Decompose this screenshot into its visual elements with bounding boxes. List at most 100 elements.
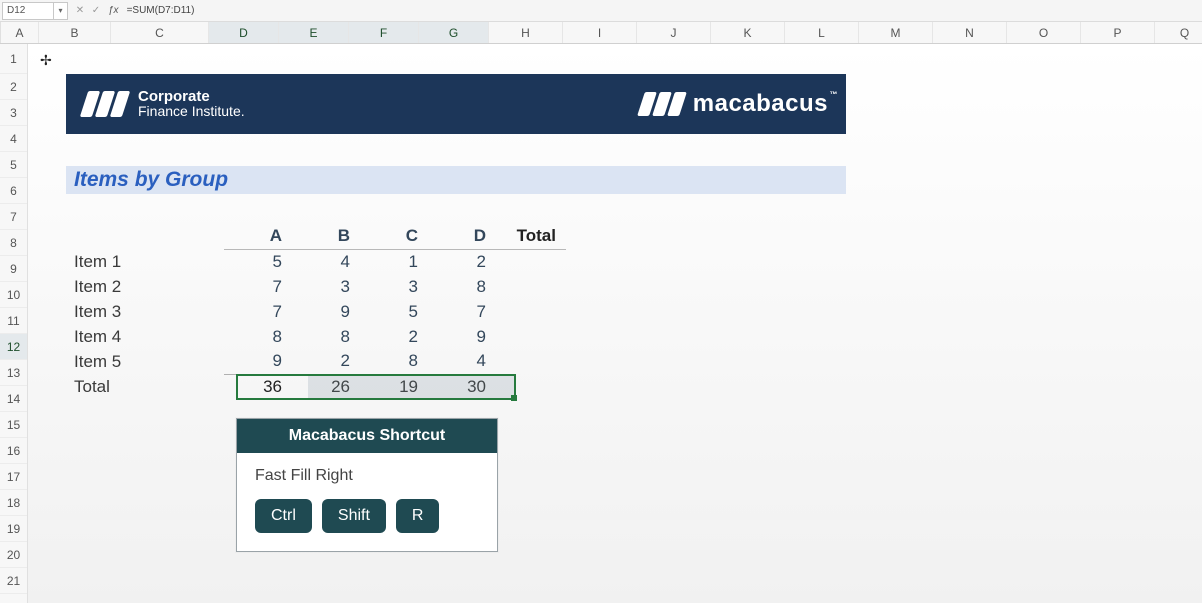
confirm-icon[interactable]: ✓ [90,5,102,16]
table-cell[interactable]: 7 [428,299,496,324]
row-label: Item 5 [74,349,224,374]
table-cell[interactable]: 2 [292,349,360,374]
row-header-9[interactable]: 9 [0,256,27,282]
row-header-6[interactable]: 6 [0,178,27,204]
col-header-B[interactable]: B [39,22,111,43]
table-col-header: A [224,224,292,249]
cfi-brand-text: Corporate Finance Institute. [138,89,245,119]
table-cell[interactable]: 2 [360,324,428,349]
row-header-4[interactable]: 4 [0,126,27,152]
col-total[interactable]: 30 [428,374,496,399]
row-header-12[interactable]: 12 [0,334,27,360]
table-cell[interactable]: 9 [428,324,496,349]
table-cell[interactable]: 3 [292,274,360,299]
macabacus-text: macabacus ™ [693,90,828,118]
row-label: Item 2 [74,274,224,299]
table-cell[interactable]: 7 [224,274,292,299]
table-cell[interactable]: 7 [224,299,292,324]
data-table: ABCDTotalItem 15412Item 27338Item 37957I… [74,224,566,399]
row-header-8[interactable]: 8 [0,230,27,256]
row-header-10[interactable]: 10 [0,282,27,308]
section-title: Items by Group [66,166,846,194]
row-header-21[interactable]: 21 [0,568,27,594]
table-cell[interactable]: 9 [292,299,360,324]
table-cell[interactable]: 1 [360,249,428,274]
row-header-15[interactable]: 15 [0,412,27,438]
col-total[interactable]: 36 [224,374,292,399]
col-header-P[interactable]: P [1081,22,1155,43]
col-header-C[interactable]: C [111,22,209,43]
shortcut-card-title: Macabacus Shortcut [237,419,497,453]
row-total [496,349,566,374]
row-header-18[interactable]: 18 [0,490,27,516]
row-header-7[interactable]: 7 [0,204,27,230]
table-total-row: Total36261930 [74,374,566,399]
table-cell[interactable]: 8 [360,349,428,374]
cfi-line2: Finance Institute. [138,104,245,119]
fx-icon[interactable]: ƒx [108,5,119,16]
table-row: Item 59284 [74,349,566,374]
name-box-dropdown[interactable]: ▾ [54,2,68,20]
key-shift: Shift [322,499,386,533]
table-col-header: B [292,224,360,249]
table-row: Item 27338 [74,274,566,299]
worksheet[interactable]: ✢ Corporate Finance Institute. macabacus… [28,44,1202,603]
col-total[interactable]: 26 [292,374,360,399]
col-header-L[interactable]: L [785,22,859,43]
col-header-G[interactable]: G [419,22,489,43]
col-header-K[interactable]: K [711,22,785,43]
formula-input[interactable] [125,2,1202,20]
shortcut-label: Fast Fill Right [255,467,479,485]
col-header-F[interactable]: F [349,22,419,43]
table-cell[interactable]: 2 [428,249,496,274]
row-total [496,324,566,349]
table-cell[interactable]: 8 [428,274,496,299]
row-total [496,299,566,324]
col-header-D[interactable]: D [209,22,279,43]
row-header-20[interactable]: 20 [0,542,27,568]
row-header-1[interactable]: 1 [0,44,27,74]
row-header-14[interactable]: 14 [0,386,27,412]
row-label: Item 3 [74,299,224,324]
row-header-17[interactable]: 17 [0,464,27,490]
cancel-icon[interactable]: ✕ [74,5,86,16]
table-cell[interactable]: 4 [292,249,360,274]
col-header-E[interactable]: E [279,22,349,43]
row-label: Item 1 [74,249,224,274]
row-total [496,274,566,299]
name-box[interactable]: D12 [2,2,54,20]
trademark-icon: ™ [830,90,839,99]
table-cell[interactable]: 5 [224,249,292,274]
col-header-M[interactable]: M [859,22,933,43]
col-header-N[interactable]: N [933,22,1007,43]
col-header-J[interactable]: J [637,22,711,43]
col-header-O[interactable]: O [1007,22,1081,43]
row-header-2[interactable]: 2 [0,74,27,100]
row-header-3[interactable]: 3 [0,100,27,126]
total-label: Total [74,374,224,399]
table-cell[interactable]: 9 [224,349,292,374]
key-ctrl: Ctrl [255,499,312,533]
row-header-16[interactable]: 16 [0,438,27,464]
table-cell[interactable]: 8 [292,324,360,349]
row-headers: 123456789101112131415161718192021 [0,44,28,603]
col-total[interactable]: 19 [360,374,428,399]
row-header-13[interactable]: 13 [0,360,27,386]
macabacus-logo-icon [637,92,687,116]
row-header-5[interactable]: 5 [0,152,27,178]
table-cell[interactable]: 8 [224,324,292,349]
row-header-11[interactable]: 11 [0,308,27,334]
table-cell[interactable]: 3 [360,274,428,299]
shortcut-keys: Ctrl Shift R [255,499,479,533]
col-header-I[interactable]: I [563,22,637,43]
row-total [496,249,566,274]
row-header-19[interactable]: 19 [0,516,27,542]
key-r: R [396,499,440,533]
col-header-H[interactable]: H [489,22,563,43]
table-cell[interactable]: 5 [360,299,428,324]
col-header-Q[interactable]: Q [1155,22,1202,43]
table-row: Item 37957 [74,299,566,324]
col-header-A[interactable]: A [1,22,39,43]
table-cell[interactable]: 4 [428,349,496,374]
formula-bar: D12 ▾ ✕ ✓ ƒx [0,0,1202,22]
